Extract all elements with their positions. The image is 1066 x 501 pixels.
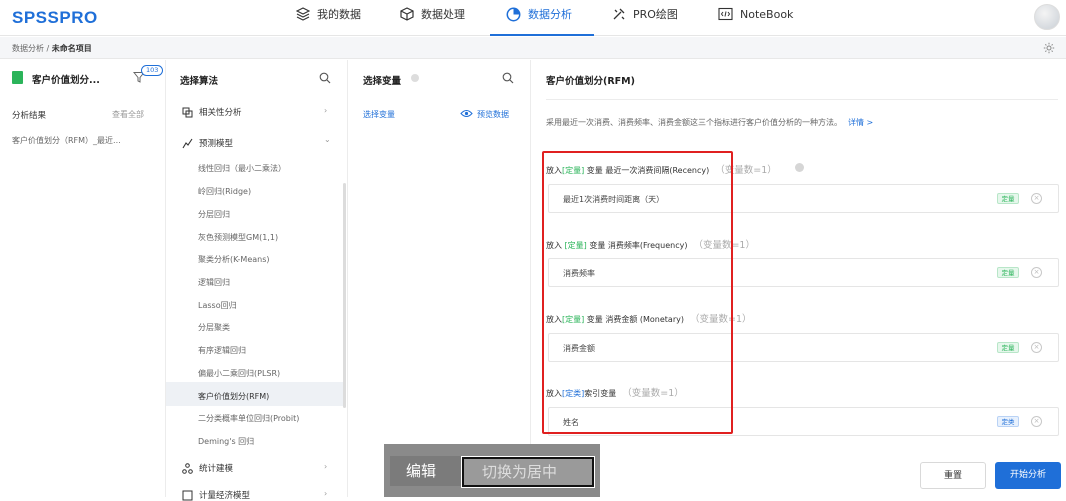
breadcrumb-parent[interactable]: 数据分析 bbox=[12, 44, 44, 53]
eye-icon[interactable] bbox=[460, 109, 473, 118]
econometrics-icon bbox=[182, 490, 193, 500]
algo-item-selected[interactable]: 客户价值划分(RFM) bbox=[198, 391, 269, 402]
search-icon[interactable] bbox=[502, 72, 514, 84]
results-label: 分析结果 bbox=[12, 111, 47, 121]
algo-item[interactable]: 有序逻辑回归 bbox=[198, 345, 246, 356]
chevron-right-icon[interactable]: › bbox=[324, 106, 327, 115]
algo-item[interactable]: 线性回归（最小二乘法） bbox=[198, 163, 286, 174]
algo-group-econometrics[interactable]: 计量经济模型 bbox=[182, 489, 250, 501]
algo-group-label: 计量经济模型 bbox=[199, 491, 251, 501]
nav-label: 我的数据 bbox=[317, 8, 361, 21]
algo-item[interactable]: 逻辑回归 bbox=[198, 277, 230, 288]
algo-item[interactable]: 岭回归(Ridge) bbox=[198, 186, 251, 197]
breadcrumb-current: 未命名项目 bbox=[51, 44, 92, 53]
divider bbox=[530, 60, 531, 497]
preview-data-link[interactable]: 预览数据 bbox=[477, 109, 509, 120]
nav-my-data[interactable]: 我的数据 bbox=[296, 6, 361, 22]
divider bbox=[546, 99, 1058, 100]
nav-label: 数据处理 bbox=[421, 8, 465, 21]
nav-data-analysis[interactable]: 数据分析 bbox=[506, 6, 572, 22]
algo-item[interactable]: Deming's 回归 bbox=[198, 436, 254, 447]
floating-toolbar: 编辑 切换为居中 bbox=[384, 444, 600, 497]
correlation-icon bbox=[182, 107, 193, 117]
algo-item[interactable]: 聚类分析(K-Means) bbox=[198, 254, 270, 265]
info-icon[interactable] bbox=[795, 163, 804, 172]
breadcrumb: 数据分析 / 未命名项目 bbox=[12, 43, 92, 54]
top-navigation: SPSSPRO 我的数据 数据处理 数据分析 PRO绘图 NoteBook bbox=[0, 0, 1066, 36]
select-variable-link[interactable]: 选择变量 bbox=[363, 109, 395, 120]
result-count-badge: 103 bbox=[141, 65, 164, 76]
nav-label: PRO绘图 bbox=[633, 8, 678, 21]
remove-icon[interactable]: × bbox=[1031, 342, 1042, 353]
nav-pro-plot[interactable]: PRO绘图 bbox=[612, 6, 678, 22]
algo-panel-title: 选择算法 bbox=[180, 76, 219, 87]
toggle-center-button[interactable]: 切换为居中 bbox=[461, 456, 595, 488]
algo-item[interactable]: 分层回归 bbox=[198, 209, 230, 220]
cube-icon bbox=[400, 7, 414, 21]
type-tag: 定量 bbox=[997, 267, 1019, 278]
algo-item[interactable]: 偏最小二乘回归(PLSR) bbox=[198, 368, 280, 379]
var-panel-title: 选择变量 bbox=[363, 76, 402, 87]
dataset-title[interactable]: 客户价值划分... bbox=[32, 72, 100, 86]
nav-active-indicator bbox=[490, 34, 594, 36]
type-tag: 定类 bbox=[997, 416, 1019, 427]
breadcrumb-bar: 数据分析 / 未命名项目 bbox=[0, 37, 1066, 59]
start-analysis-button[interactable]: 开始分析 bbox=[995, 462, 1061, 489]
brush-icon bbox=[613, 8, 625, 20]
trend-icon bbox=[182, 138, 193, 148]
annotation-highlight-box bbox=[542, 151, 733, 434]
nav-data-processing[interactable]: 数据处理 bbox=[400, 6, 465, 22]
remove-icon[interactable]: × bbox=[1031, 416, 1042, 427]
layers-icon bbox=[296, 7, 310, 21]
algo-group-label: 统计建模 bbox=[199, 464, 234, 474]
description-text: 采用最近一次消费、消费频率、消费金额这三个指标进行客户价值分析的一种方法。 bbox=[546, 118, 842, 127]
breadcrumb-separator: / bbox=[44, 44, 52, 53]
remove-icon[interactable]: × bbox=[1031, 267, 1042, 278]
algo-item[interactable]: 分层聚类 bbox=[198, 322, 230, 333]
algo-group-label: 相关性分析 bbox=[199, 108, 242, 118]
type-tag: 定量 bbox=[997, 342, 1019, 353]
code-icon bbox=[718, 7, 733, 21]
algo-group-statistics[interactable]: 统计建模 bbox=[182, 462, 233, 474]
nav-label: 数据分析 bbox=[528, 8, 572, 21]
reset-button[interactable]: 重置 bbox=[920, 462, 986, 489]
remove-icon[interactable]: × bbox=[1031, 193, 1042, 204]
type-tag: 定量 bbox=[997, 193, 1019, 204]
algo-item[interactable]: Lasso回归 bbox=[198, 300, 237, 311]
algo-item[interactable]: 灰色预测模型GM(1,1) bbox=[198, 232, 278, 243]
search-icon[interactable] bbox=[319, 72, 331, 84]
app-logo[interactable]: SPSSPRO bbox=[12, 8, 98, 28]
chevron-right-icon[interactable]: › bbox=[324, 462, 327, 471]
view-all-link[interactable]: 查看全部 bbox=[112, 109, 144, 120]
algo-group-label: 预测模型 bbox=[199, 139, 234, 149]
avatar[interactable] bbox=[1034, 4, 1060, 30]
scrollbar[interactable] bbox=[343, 183, 346, 408]
divider bbox=[347, 60, 348, 497]
info-icon[interactable] bbox=[411, 74, 419, 82]
result-item[interactable]: 客户价值划分（RFM）_最近... bbox=[12, 135, 121, 146]
analysis-title: 客户价值划分(RFM) bbox=[546, 76, 635, 87]
algo-item[interactable]: 二分类概率单位回归(Probit) bbox=[198, 413, 299, 424]
edit-button[interactable]: 编辑 bbox=[390, 456, 462, 486]
algo-group-correlation[interactable]: 相关性分析 bbox=[182, 106, 242, 118]
settings-icon[interactable] bbox=[1043, 42, 1055, 54]
algo-group-prediction[interactable]: 预测模型 bbox=[182, 137, 233, 149]
analysis-description: 采用最近一次消费、消费频率、消费金额这三个指标进行客户价值分析的一种方法。 详情 … bbox=[546, 117, 873, 128]
divider bbox=[165, 60, 166, 497]
network-icon bbox=[182, 462, 193, 474]
detail-link[interactable]: 详情 > bbox=[848, 118, 873, 127]
pie-chart-icon bbox=[506, 7, 521, 21]
chevron-down-icon[interactable]: ⌄ bbox=[324, 135, 331, 144]
spreadsheet-icon bbox=[12, 71, 23, 84]
nav-notebook[interactable]: NoteBook bbox=[718, 6, 793, 22]
nav-label: NoteBook bbox=[740, 7, 794, 21]
